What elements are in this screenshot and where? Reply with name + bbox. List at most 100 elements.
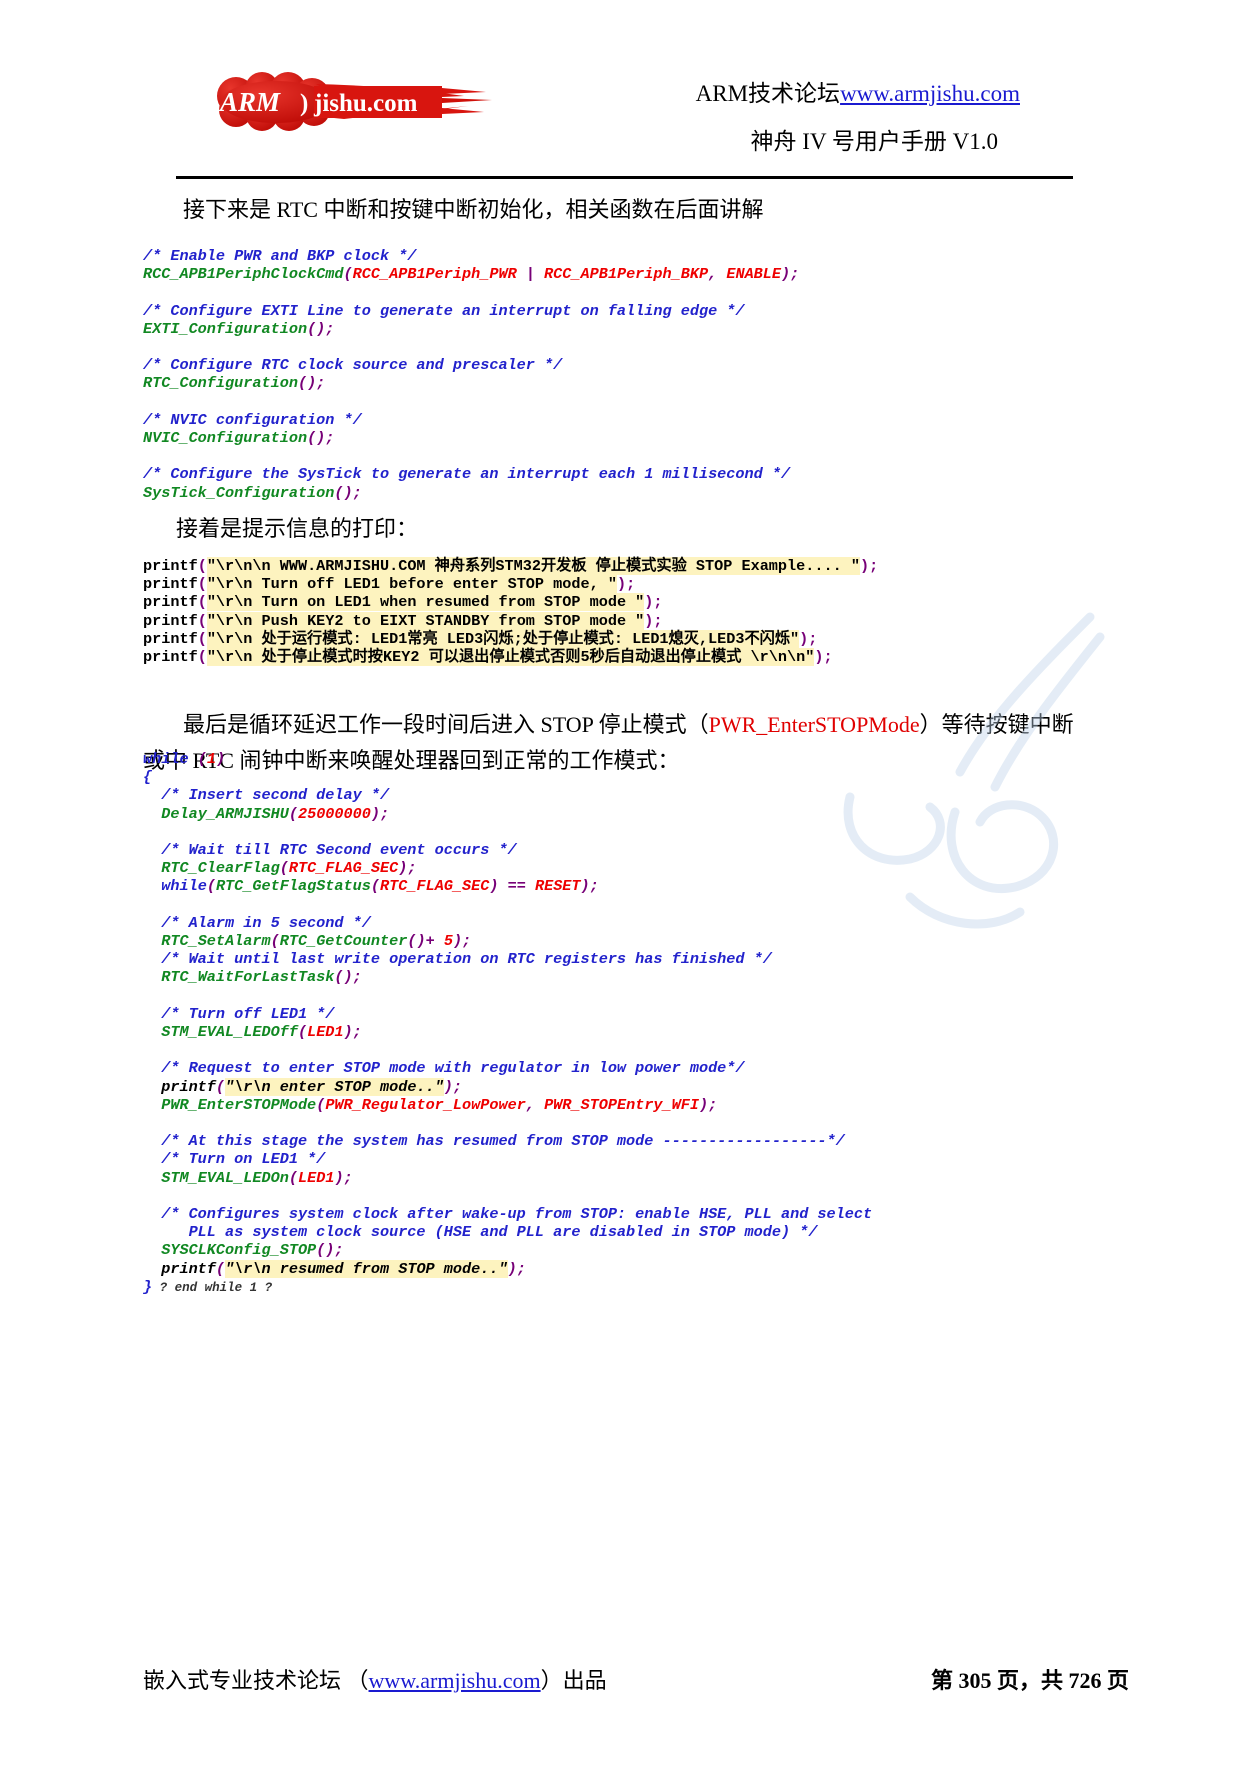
code-token: 5 (443, 932, 453, 951)
code-token: RTC_ClearFlag (161, 859, 280, 878)
code-line: /* Configure RTC clock source and presca… (143, 356, 799, 374)
code-token: PWR_STOPEntry_WFI (544, 1095, 700, 1114)
code-token: /* Configure the SysTick to generate an … (143, 465, 791, 484)
code-token: | (516, 265, 545, 284)
code-line: NVIC_Configuration(); (143, 429, 799, 447)
code-line: { (143, 768, 872, 786)
code-token: ); (799, 629, 818, 648)
code-token: printf (143, 1077, 216, 1096)
header-divider (176, 176, 1073, 179)
footer-forum-prefix: 嵌入式专业技术论坛 （ (143, 1668, 369, 1693)
code-token: ); (370, 804, 390, 823)
code-token: ( (197, 593, 207, 612)
code-token: STM_EVAL_LEDOn (161, 1168, 289, 1187)
code-token: ( (288, 1168, 298, 1187)
code-token: ); (443, 1077, 463, 1096)
footer-forum-link[interactable]: www.armjishu.com (369, 1668, 541, 1693)
code-token: ) == (489, 877, 535, 896)
code-line: /* Wait till RTC Second event occurs */ (143, 841, 872, 859)
code-line: while(RTC_GetFlagStatus(RTC_FLAG_SEC) ==… (143, 877, 872, 895)
code-token: "\r\n Turn on LED1 when resumed from STO… (206, 593, 645, 612)
armjishu-logo: ARM ) jishu.com (196, 72, 506, 134)
code-line: printf("\r\n resumed from STOP mode.."); (143, 1259, 872, 1278)
code-line: SYSCLKConfig_STOP(); (143, 1241, 872, 1259)
code-line: /* Request to enter STOP mode with regul… (143, 1059, 872, 1077)
code-token: ( (279, 859, 289, 878)
code-token: NVIC_Configuration (143, 429, 308, 448)
code-line: Delay_ARMJISHU(25000000); (143, 805, 872, 823)
code-token: /* Configure EXTI Line to generate an in… (143, 301, 745, 320)
code-line: printf("\r\n Push KEY2 to EIXT STANDBY f… (143, 611, 878, 630)
code-line: /* Turn on LED1 */ (143, 1150, 872, 1168)
code-token: ); (452, 932, 472, 951)
code-line: printf("\r\n 处于运行模式: LED1常亮 LED3闪烁;处于停止模… (143, 629, 878, 648)
code-token: printf (143, 575, 198, 594)
code-token: RTC_FLAG_SEC (380, 877, 490, 896)
code-token: { (143, 768, 153, 787)
code-token: /* Configure RTC clock source and presca… (143, 356, 563, 375)
code-line: /* Turn off LED1 */ (143, 1005, 872, 1023)
code-token: ( (197, 629, 207, 648)
code-token: ( (316, 1095, 326, 1114)
svg-text:): ) (300, 90, 308, 117)
paragraph-printf-intro: 接着是提示信息的打印： (176, 516, 419, 541)
code-token: ); (398, 859, 417, 878)
code-line: /* Enable PWR and BKP clock */ (143, 247, 799, 265)
code-token: "\r\n 处于停止模式时按KEY2 可以退出停止模式否则5秒后自动退出停止模式… (206, 648, 815, 667)
code-token: STM_EVAL_LEDOff (161, 1023, 298, 1042)
code-token: (); (297, 374, 326, 393)
code-token: , (708, 265, 727, 284)
code-line: RTC_Configuration(); (143, 374, 799, 392)
page-header: ARM ) jishu.com ARM技术论坛www.armjishu.com … (0, 0, 1249, 182)
code-token: "\r\n enter STOP mode.." (225, 1077, 444, 1096)
code-token: } (143, 1277, 153, 1296)
paragraph-intro: 接下来是 RTC 中断和按键中断初始化，相关函数在后面讲解 (183, 197, 764, 222)
code-token: RTC_WaitForLastTask (161, 968, 335, 987)
code-line: /* NVIC configuration */ (143, 411, 799, 429)
code-token: /* Request to enter STOP mode with regul… (143, 1059, 745, 1078)
code-token: "\r\n resumed from STOP mode.." (225, 1259, 508, 1278)
code-line: } ? end while 1 ? (143, 1278, 872, 1297)
code-token: RCC_APB1PeriphClockCmd (143, 265, 344, 284)
code-token: PLL as system clock source (HSE and PLL … (143, 1223, 818, 1242)
code-token: (); (316, 1241, 344, 1260)
code-line: printf("\r\n Turn off LED1 before enter … (143, 575, 878, 594)
code-token: /* Configures system clock after wake-up… (143, 1205, 873, 1224)
header-forum-label: ARM技术论坛 (695, 81, 841, 106)
code-token: ); (507, 1259, 526, 1278)
paragraph-stop-mode-api: PWR_EnterSTOPMode (708, 712, 920, 737)
code-token: EXTI_Configuration (143, 319, 308, 338)
code-line: /* At this stage the system has resumed … (143, 1132, 872, 1150)
code-token: /* Wait until last write operation on RT… (143, 950, 772, 969)
code-block-while-loop: while (1){ /* Insert second delay */ Del… (143, 750, 872, 1297)
code-token: /* At this stage the system has resumed … (143, 1132, 845, 1151)
code-line: RTC_WaitForLastTask(); (143, 968, 872, 986)
paragraph-stop-mode-a: 最后是循环延迟工作一段时间后进入 STOP 停止模式（ (183, 712, 709, 737)
code-line: RCC_APB1PeriphClockCmd(RCC_APB1Periph_PW… (143, 265, 799, 283)
code-token: SysTick_Configuration (143, 483, 335, 502)
code-token: RTC_GetCounter (279, 932, 408, 951)
code-token: printf (143, 557, 198, 575)
code-token: PWR_EnterSTOPMode (161, 1095, 317, 1114)
header-forum-link[interactable]: www.armjishu.com (840, 81, 1020, 106)
code-token: printf (143, 629, 198, 648)
code-line: /* Alarm in 5 second */ (143, 914, 872, 932)
code-token: LED1 (307, 1023, 344, 1042)
code-line: STM_EVAL_LEDOn(LED1); (143, 1169, 872, 1187)
code-line: /* Configure EXTI Line to generate an in… (143, 302, 799, 320)
code-token: RTC_Configuration (143, 374, 298, 393)
code-token: 1 (206, 750, 216, 768)
code-token: /* Wait till RTC Second event occurs */ (143, 841, 517, 860)
code-token: "\r\n\n WWW.ARMJISHU.COM 神舟系列STM32开发板 停止… (206, 557, 860, 575)
code-line: while (1) (143, 750, 872, 768)
